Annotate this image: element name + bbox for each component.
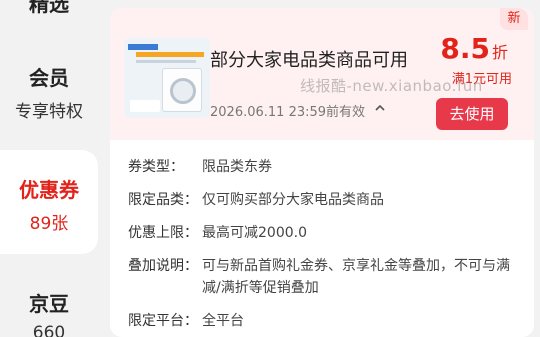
- detail-label: 优惠上限：: [128, 225, 198, 241]
- coupon-expiry: 2026.06.11 23:59前有效: [210, 105, 366, 120]
- discount-value: 8.5 折: [440, 32, 508, 65]
- product-image: [124, 38, 210, 118]
- sidebar-item-featured[interactable]: 精选: [0, 0, 98, 28]
- sidebar-item-label: 优惠券: [19, 178, 79, 202]
- detail-value: 仅可购买部分大家电品类商品: [202, 192, 384, 208]
- detail-label: 叠加说明：: [128, 258, 198, 274]
- sidebar-item-sublabel: 89张: [29, 214, 69, 234]
- watermark: 线报酷-new.xianbao.fun: [300, 77, 483, 95]
- sidebar-item-sublabel: 专享特权: [15, 102, 83, 122]
- detail-value: 限品类东券: [202, 159, 272, 175]
- discount-unit: 折: [491, 43, 508, 62]
- sidebar-item-label: 会员: [29, 66, 69, 90]
- detail-value: 全平台: [202, 313, 244, 329]
- detail-label: 限定品类：: [128, 192, 198, 208]
- sidebar-item-coupons[interactable]: 优惠券 89张: [0, 150, 98, 254]
- sidebar-item-membership[interactable]: 会员 专享特权: [0, 62, 98, 132]
- use-coupon-button[interactable]: 去使用: [436, 98, 508, 130]
- discount-number: 8.5: [440, 32, 490, 65]
- sidebar-item-sublabel: 660: [32, 323, 66, 337]
- sidebar-item-jingdou[interactable]: 京豆 660: [0, 288, 98, 337]
- coupon-title: 部分大家电品类商品可用: [210, 50, 408, 71]
- sidebar-item-label: 精选: [29, 0, 69, 16]
- detail-value: 最高可减2000.0: [202, 225, 307, 241]
- chevron-up-icon[interactable]: [374, 102, 386, 114]
- detail-label: 券类型：: [128, 159, 184, 175]
- sidebar-item-label: 京豆: [29, 292, 69, 316]
- detail-value: 可与新品首购礼金券、京享礼金等叠加，不可与满减/满折等促销叠加: [202, 258, 510, 296]
- coupon-card: 新 部分大家电品类商品可用 2026.06.11 23:59前有效 8.5 折 满…: [110, 8, 534, 337]
- detail-label: 限定平台：: [128, 313, 198, 329]
- sidebar: 精选 会员 专享特权 优惠券 89张 京豆 660: [0, 0, 98, 337]
- new-badge: 新: [500, 8, 528, 30]
